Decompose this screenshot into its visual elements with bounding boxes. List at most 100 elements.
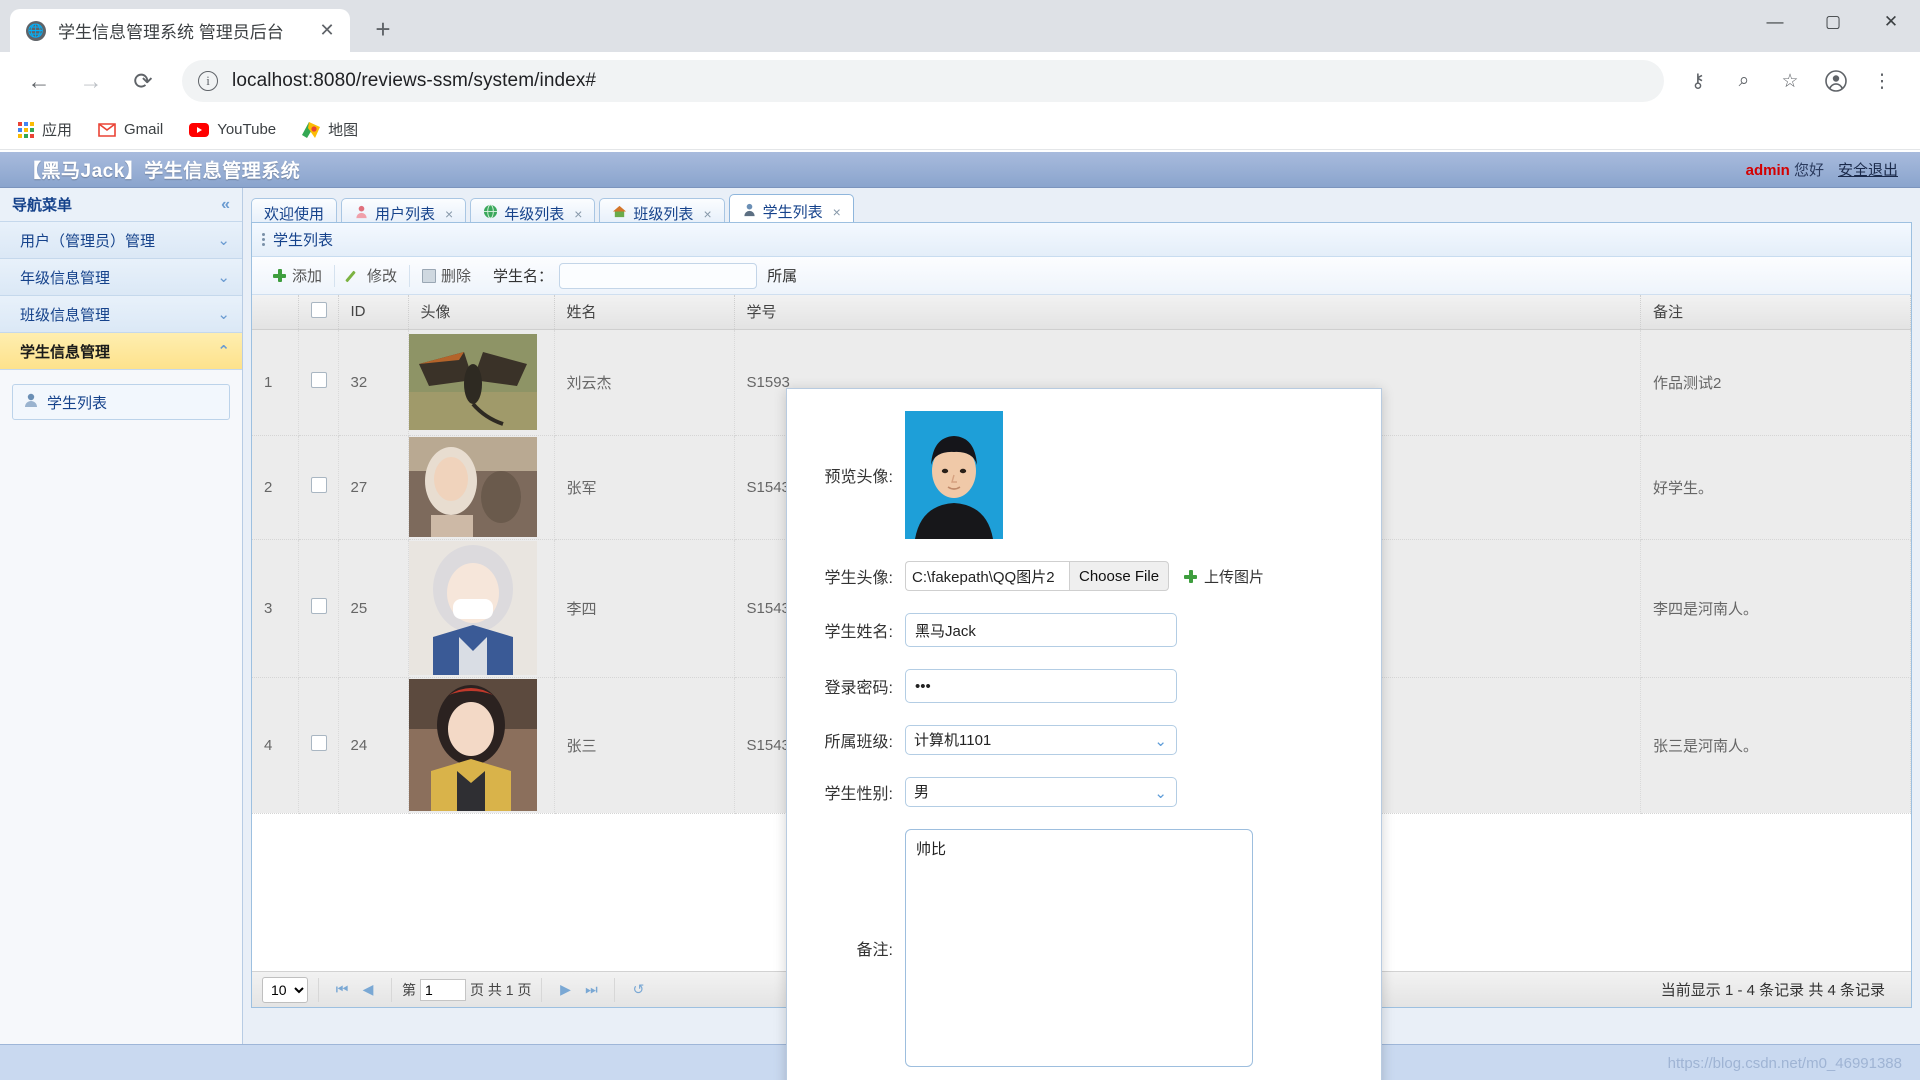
- cell-rownum: 1: [252, 329, 299, 436]
- app-brand-title: 【黑马Jack】学生信息管理系统: [22, 161, 301, 182]
- cell-select[interactable]: [298, 329, 339, 436]
- student-icon: [23, 392, 39, 412]
- student-name-filter-input[interactable]: [559, 262, 758, 289]
- th-remark[interactable]: 备注: [1640, 295, 1911, 330]
- upload-image-label: 上传图片: [1204, 568, 1265, 586]
- close-icon[interactable]: ✕: [314, 18, 340, 44]
- forward-icon[interactable]: →: [70, 60, 112, 102]
- site-info-icon[interactable]: i: [198, 71, 218, 91]
- class-select-wrapper[interactable]: 计算机1101 计算机1102 软件1101 ⌄: [905, 725, 1177, 755]
- bookmark-maps[interactable]: 地图: [302, 119, 358, 140]
- panel-toolbar: 添加 修改 删除 学生名： 所属: [252, 257, 1911, 295]
- tab-label: 用户列表: [375, 206, 436, 223]
- sidebar-item-students[interactable]: 学生信息管理 ⌃: [0, 333, 242, 370]
- current-user: admin: [1745, 162, 1790, 179]
- sidebar-item-label: 年级信息管理: [20, 269, 111, 287]
- page-prefix-label: 第: [402, 981, 416, 998]
- cell-select[interactable]: [298, 539, 339, 678]
- file-input-group[interactable]: C:\fakepath\QQ图片2 Choose File: [905, 561, 1170, 591]
- woman-thumb: [408, 437, 537, 537]
- student-edit-dialog: 预览头像: 学生头像: C:\fakepath\QQ图片2 Choose Fil…: [786, 388, 1382, 1080]
- page-suffix-label: 页 共 1 页: [470, 981, 532, 998]
- page-number-input[interactable]: [420, 978, 466, 1001]
- student-name-input[interactable]: [905, 613, 1177, 647]
- checkbox[interactable]: [310, 301, 327, 318]
- last-page-icon[interactable]: ⏭: [578, 978, 604, 1002]
- add-button[interactable]: 添加: [260, 263, 334, 289]
- prev-page-icon[interactable]: ◀: [355, 978, 381, 1002]
- class-select[interactable]: 计算机1101 计算机1102 软件1101: [905, 725, 1177, 755]
- sidebar-item-classes[interactable]: 班级信息管理 ⌄: [0, 296, 242, 333]
- next-page-icon[interactable]: ▶: [552, 978, 578, 1002]
- drag-handle-icon[interactable]: [262, 233, 265, 246]
- th-avatar[interactable]: 头像: [408, 295, 555, 330]
- remark-textarea[interactable]: 帅比: [905, 829, 1253, 1067]
- th-sno[interactable]: 学号: [734, 295, 1641, 330]
- avatar-file-path[interactable]: C:\fakepath\QQ图片2: [905, 561, 1069, 591]
- tab-label: 年级列表: [504, 206, 565, 223]
- cell-avatar: [408, 539, 555, 678]
- minimize-icon[interactable]: —: [1746, 0, 1804, 44]
- cell-id: 25: [338, 539, 409, 678]
- th-name[interactable]: 姓名: [554, 295, 735, 330]
- gender-label: 学生性别:: [824, 786, 893, 803]
- th-id[interactable]: ID: [338, 295, 409, 330]
- sidebar-item-grades[interactable]: 年级信息管理 ⌄: [0, 259, 242, 296]
- globe-icon: [483, 204, 498, 223]
- cell-id: 24: [338, 677, 409, 814]
- delete-button[interactable]: 删除: [410, 263, 483, 289]
- gender-select-wrapper[interactable]: 男 女 ⌄: [905, 777, 1177, 807]
- profile-avatar-icon[interactable]: [1816, 61, 1856, 101]
- maximize-icon[interactable]: ▢: [1804, 0, 1862, 44]
- logout-link[interactable]: 安全退出: [1838, 159, 1898, 180]
- cell-name: 刘云杰: [554, 329, 735, 436]
- back-icon[interactable]: ←: [18, 60, 60, 102]
- browser-tab[interactable]: 🌐 学生信息管理系统 管理员后台 ✕: [10, 9, 350, 52]
- bookmark-youtube[interactable]: YouTube: [189, 121, 276, 138]
- cell-select[interactable]: [298, 677, 339, 814]
- edit-button-label: 修改: [367, 268, 398, 285]
- window-close-icon[interactable]: ✕: [1862, 0, 1920, 44]
- trash-icon: [422, 268, 437, 283]
- app-header-user-area: admin 您好 安全退出: [1746, 159, 1898, 180]
- edit-button[interactable]: 修改: [335, 263, 409, 289]
- sidebar-item-student-list[interactable]: 学生列表: [12, 384, 230, 420]
- pencil-icon: [347, 268, 362, 283]
- choose-file-button[interactable]: Choose File: [1069, 561, 1170, 591]
- close-icon[interactable]: ×: [445, 206, 453, 222]
- cell-name: 张三: [554, 677, 735, 814]
- th-select-all[interactable]: [298, 295, 339, 330]
- student-name-filter-label: 学生名：: [493, 268, 554, 285]
- close-icon[interactable]: ×: [833, 204, 841, 220]
- address-bar-text: localhost:8080/reviews-ssm/system/index#: [232, 70, 597, 91]
- checkbox[interactable]: [310, 735, 327, 751]
- checkbox[interactable]: [310, 372, 327, 388]
- cell-select[interactable]: [298, 435, 339, 540]
- password-label: 登录密码:: [824, 680, 893, 697]
- gender-select[interactable]: 男 女: [905, 777, 1177, 807]
- page-size-select[interactable]: 10 20 30 50: [262, 976, 308, 1003]
- upload-image-button[interactable]: 上传图片: [1183, 566, 1264, 587]
- reload-icon[interactable]: ⟳: [122, 60, 164, 102]
- zoom-icon[interactable]: ⌕: [1724, 61, 1764, 101]
- checkbox[interactable]: [310, 477, 327, 493]
- chevron-double-down-icon: ⌄: [217, 306, 230, 323]
- bookmark-star-icon[interactable]: ☆: [1770, 61, 1810, 101]
- address-bar[interactable]: i localhost:8080/reviews-ssm/system/inde…: [182, 60, 1664, 102]
- bookmark-gmail[interactable]: Gmail: [98, 121, 163, 138]
- password-input[interactable]: [905, 669, 1177, 703]
- tab-label: 班级列表: [633, 206, 694, 223]
- refresh-icon[interactable]: ↺: [625, 978, 651, 1002]
- browser-menu-icon[interactable]: ⋮: [1862, 61, 1902, 101]
- first-page-icon[interactable]: ⏮: [329, 978, 355, 1002]
- password-key-icon[interactable]: ⚷: [1678, 61, 1718, 101]
- pager-divider: [541, 977, 543, 1002]
- chevron-double-left-icon[interactable]: «: [221, 196, 230, 214]
- new-tab-button[interactable]: +: [364, 10, 402, 48]
- close-icon[interactable]: ×: [703, 206, 711, 222]
- close-icon[interactable]: ×: [574, 206, 582, 222]
- sidebar-item-users[interactable]: 用户（管理员）管理 ⌄: [0, 222, 242, 259]
- bookmark-apps[interactable]: 应用: [18, 119, 72, 140]
- checkbox[interactable]: [310, 598, 327, 614]
- th-rownum: [252, 295, 299, 330]
